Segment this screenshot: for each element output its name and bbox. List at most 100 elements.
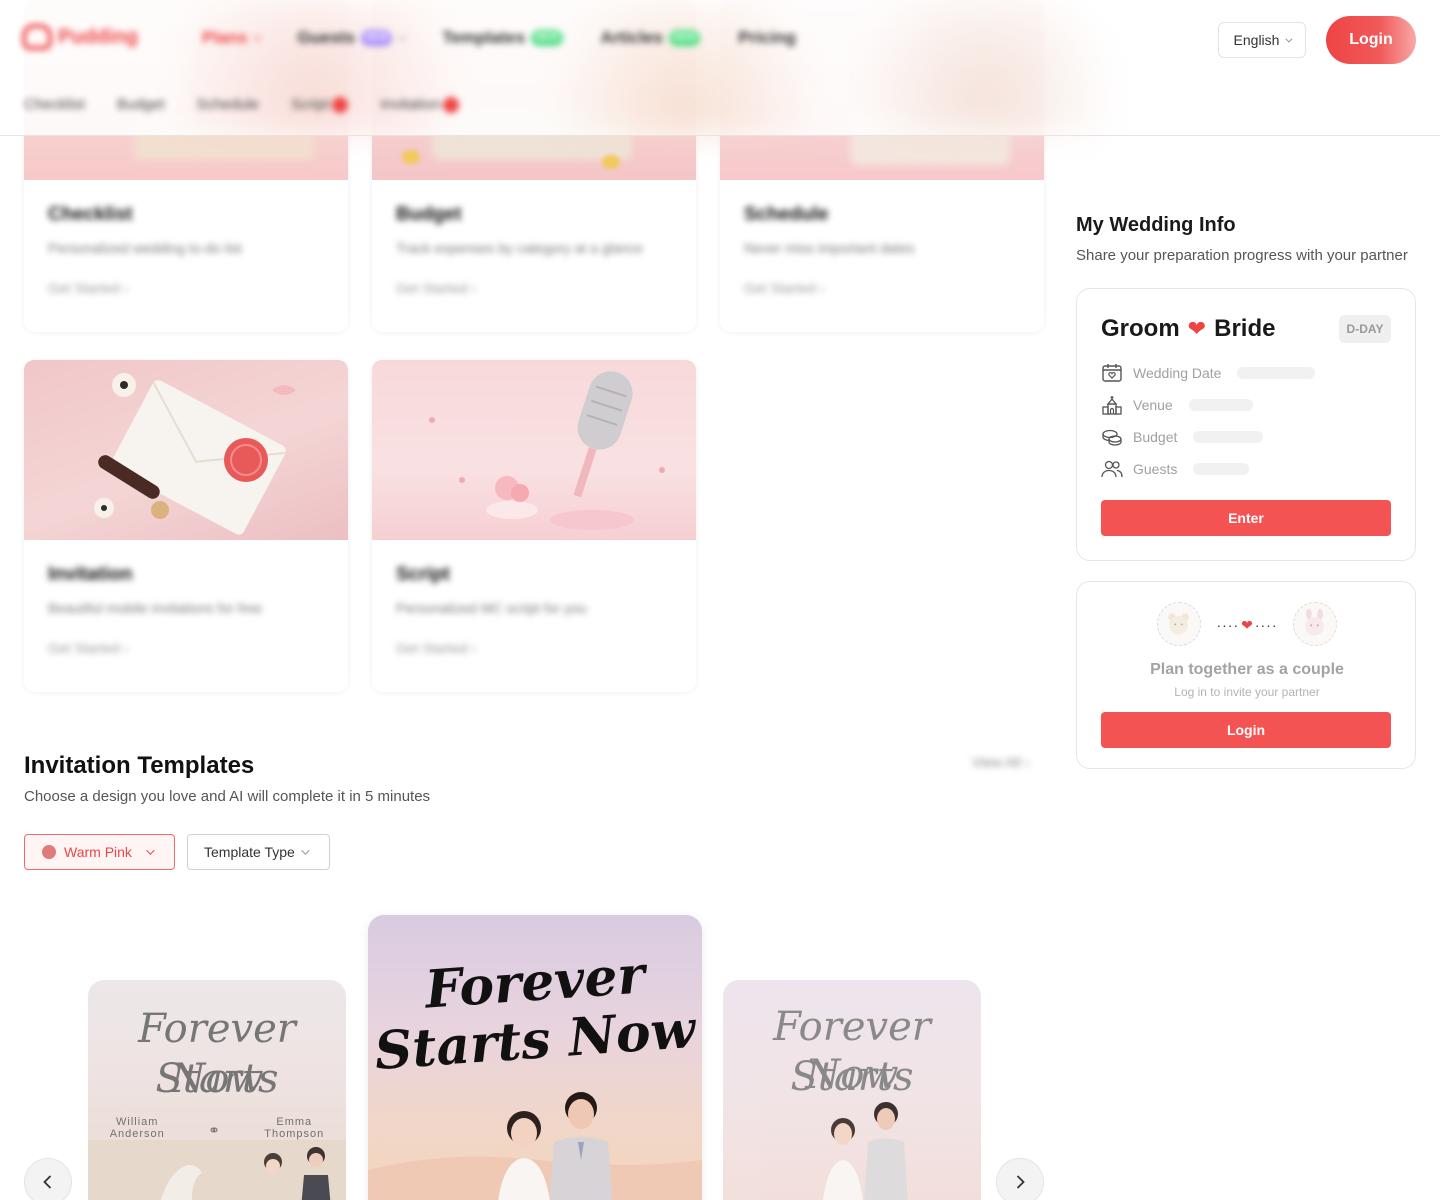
card-description: Never miss important dates xyxy=(744,240,915,256)
main-nav: Plans Guests NEW Templates NEW Articles … xyxy=(202,28,796,48)
carousel-prev-button[interactable] xyxy=(24,1158,72,1200)
subnav-checklist[interactable]: Checklist xyxy=(24,96,85,113)
get-started-link[interactable]: Get Started › xyxy=(396,640,672,656)
bride-name: Emma Thompson xyxy=(264,1116,324,1140)
wedding-info-title: My Wedding Info xyxy=(1076,214,1236,236)
chevron-down-icon xyxy=(398,32,408,41)
template-photo xyxy=(823,1102,908,1200)
chevron-down-icon xyxy=(300,846,310,855)
cta-label: Get Started xyxy=(396,280,468,296)
subnav-invitation[interactable]: Invitation xyxy=(380,96,460,113)
template-type-filter[interactable]: Template Type xyxy=(187,834,330,870)
get-started-link[interactable]: Get Started › xyxy=(744,280,1020,296)
subnav-schedule[interactable]: Schedule xyxy=(196,96,259,113)
card-image xyxy=(24,360,348,540)
view-all-link[interactable]: View All › xyxy=(972,754,1029,770)
subnav-budget[interactable]: Budget xyxy=(117,96,165,113)
sub-nav: Checklist Budget Schedule Script Invitat… xyxy=(24,96,460,113)
nav-plans[interactable]: Plans xyxy=(202,28,263,48)
bunny-avatar-icon xyxy=(1305,608,1324,636)
header-backdrop xyxy=(520,0,850,136)
get-started-link[interactable]: Get Started › xyxy=(48,640,324,656)
header-login-button[interactable]: Login xyxy=(1326,16,1416,64)
dashed-line: ···· xyxy=(1254,617,1278,633)
nav-label: Plans xyxy=(202,28,248,47)
language-select[interactable]: English xyxy=(1218,22,1306,58)
card-title: Invitation xyxy=(48,564,133,585)
template-card[interactable]: Forever Starts Now William Anderson ⚭ Em… xyxy=(88,980,346,1200)
nav-label: Guests xyxy=(297,28,355,47)
brand-logo[interactable]: Pudding xyxy=(22,24,138,50)
bear-avatar-icon xyxy=(1168,613,1189,635)
name-last: Anderson xyxy=(109,1128,165,1140)
wedding-info-card: Groom ❤ Bride D-DAY Wedding Date Venue B… xyxy=(1076,288,1416,561)
nav-templates[interactable]: Templates NEW xyxy=(442,28,563,48)
plan-together-title: Plan together as a couple xyxy=(1150,661,1344,678)
nav-label: Articles xyxy=(600,28,663,47)
new-badge: NEW xyxy=(361,30,393,46)
notification-dot xyxy=(443,96,460,113)
wedding-info-subtitle: Share your preparation progress with you… xyxy=(1076,247,1408,264)
name-first: William xyxy=(116,1116,159,1128)
get-started-link[interactable]: Get Started › xyxy=(48,280,324,296)
envelope-illustration xyxy=(94,373,296,535)
card-description: Personalized MC script for you xyxy=(396,600,587,616)
card-description: Track expenses by category at a glance xyxy=(396,240,643,256)
color-filter[interactable]: Warm Pink xyxy=(24,834,175,870)
feature-card-script[interactable]: Script Personalized MC script for you Ge… xyxy=(372,360,696,692)
calendar-heart-icon xyxy=(1102,364,1122,382)
cta-label: Get Started xyxy=(48,640,120,656)
value-placeholder xyxy=(1193,463,1250,475)
templates-title: Invitation Templates xyxy=(24,752,255,779)
cta-label: Get Started xyxy=(48,280,120,296)
template-script-line: Now xyxy=(170,1056,264,1102)
name-first: Emma xyxy=(276,1116,313,1128)
couple-names: Groom ❤ Bride xyxy=(1101,315,1275,343)
coin-decoration xyxy=(402,150,420,164)
venue-building-icon xyxy=(1102,396,1122,415)
card-title: Script xyxy=(396,564,450,585)
value-placeholder xyxy=(1237,367,1316,379)
subnav-script[interactable]: Script xyxy=(291,96,349,113)
couple-names-row: William Anderson ⚭ Emma Thompson xyxy=(88,1116,346,1140)
chevron-down-icon xyxy=(253,32,263,41)
template-photo xyxy=(368,1092,702,1200)
pudding-logo-icon xyxy=(22,24,52,50)
view-all-label: View All xyxy=(972,754,1021,770)
groom-label: Groom xyxy=(1101,315,1180,342)
nav-pricing[interactable]: Pricing xyxy=(738,28,796,48)
nav-guests[interactable]: Guests NEW xyxy=(297,28,408,48)
new-badge: NEW xyxy=(531,30,563,46)
enter-button[interactable]: Enter xyxy=(1101,500,1391,536)
coins-icon xyxy=(1102,429,1122,446)
microphone-illustration xyxy=(429,371,665,530)
templates-subtitle: Choose a design you love and AI will com… xyxy=(24,788,431,805)
cta-label: Get Started xyxy=(396,640,468,656)
name-last: Thompson xyxy=(264,1128,325,1140)
feature-card-invitation[interactable]: Invitation Beautiful mobile invitations … xyxy=(24,360,348,692)
groom-name: William Anderson xyxy=(110,1116,165,1140)
info-label: Wedding Date xyxy=(1133,365,1222,381)
header-backdrop xyxy=(820,0,1150,136)
type-filter-value: Template Type xyxy=(204,844,295,860)
template-card-featured[interactable]: Forever Starts Now xyxy=(368,915,702,1200)
template-photo xyxy=(88,1140,346,1200)
chevron-right-icon xyxy=(1016,1175,1025,1189)
couple-login-button[interactable]: Login xyxy=(1101,712,1391,748)
nav-articles[interactable]: Articles NEW xyxy=(601,28,701,48)
top-navigation: Pudding Plans Guests NEW Templates NEW A… xyxy=(0,0,1440,136)
chevron-down-icon xyxy=(146,846,155,855)
color-filter-value: Warm Pink xyxy=(64,844,132,860)
template-card[interactable]: Forever Starts Now xyxy=(723,980,981,1200)
subnav-label: Invitation xyxy=(380,96,441,113)
info-label: Budget xyxy=(1133,429,1178,445)
nav-label: Templates xyxy=(442,28,526,47)
info-row-budget: Budget xyxy=(1101,427,1264,447)
get-started-link[interactable]: Get Started › xyxy=(396,280,672,296)
people-icon xyxy=(1101,460,1123,478)
card-title: Schedule xyxy=(744,204,829,225)
dashed-line: ···· xyxy=(1216,617,1240,633)
bride-avatar xyxy=(1293,602,1337,646)
carousel-next-button[interactable] xyxy=(996,1158,1044,1200)
card-description: Beautiful mobile invitations for free xyxy=(48,600,262,616)
